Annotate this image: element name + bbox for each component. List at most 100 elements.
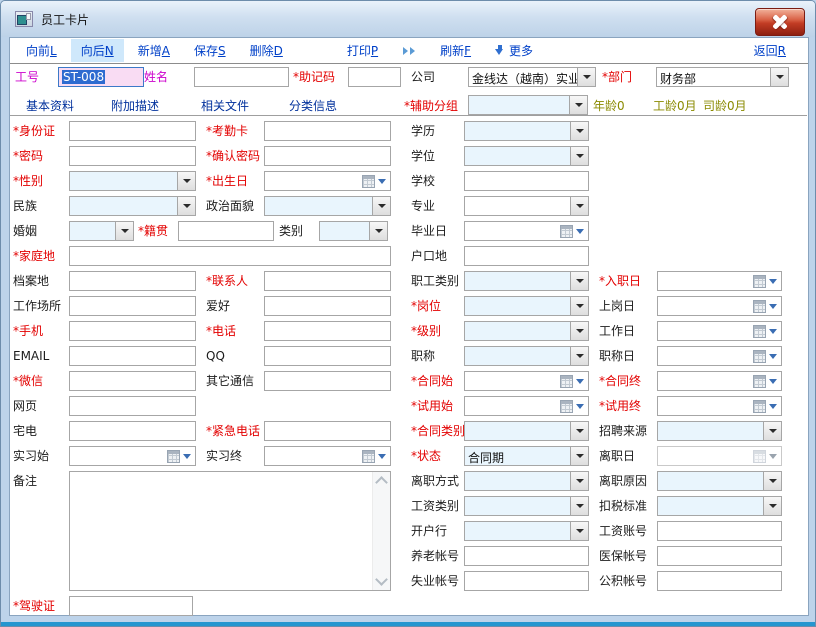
recruit-source-select[interactable] xyxy=(657,421,782,441)
unemployment-account-input[interactable] xyxy=(464,571,589,591)
contact-person-input[interactable] xyxy=(264,271,391,291)
work-date-date-picker[interactable] xyxy=(657,321,782,341)
political-status-dropdown-button[interactable] xyxy=(372,197,390,215)
degree-dropdown-button[interactable] xyxy=(570,147,588,165)
salary-category-select[interactable] xyxy=(464,496,589,516)
toolbar-delete-button[interactable]: 删除D xyxy=(240,39,293,62)
emergency-phone-input[interactable] xyxy=(264,421,391,441)
probation-end-date-picker[interactable] xyxy=(657,396,782,416)
probation-start-date-picker[interactable] xyxy=(464,396,589,416)
toolbar-add-button[interactable]: 新增A xyxy=(128,39,180,62)
scroll-up-icon[interactable] xyxy=(375,476,388,489)
email-input[interactable] xyxy=(69,346,196,366)
toolbar-save-button[interactable]: 保存S xyxy=(184,39,236,62)
internship-start-date-picker[interactable] xyxy=(69,446,196,466)
employee-category-select[interactable] xyxy=(464,271,589,291)
recruit-source-dropdown-button[interactable] xyxy=(763,422,781,440)
other-contact-input[interactable] xyxy=(264,371,391,391)
employee-category-dropdown-button[interactable] xyxy=(570,272,588,290)
company-select[interactable]: 金线达（越南）实业 xyxy=(468,67,596,87)
major-select[interactable] xyxy=(464,196,589,216)
position-dropdown-button[interactable] xyxy=(570,297,588,315)
marriage-dropdown-button[interactable] xyxy=(115,222,133,240)
salary-account-input[interactable] xyxy=(657,521,782,541)
mnemonic-input[interactable] xyxy=(348,67,401,87)
toolbar-print-button[interactable]: 打印P xyxy=(337,39,388,62)
toolbar-next-button[interactable]: 向后N xyxy=(71,39,124,62)
bank-select[interactable] xyxy=(464,521,589,541)
ethnicity-dropdown-button[interactable] xyxy=(177,197,195,215)
contract-end-date-picker[interactable] xyxy=(657,371,782,391)
notes-textarea[interactable] xyxy=(69,471,391,591)
wechat-input[interactable] xyxy=(69,371,196,391)
tax-standard-dropdown-button[interactable] xyxy=(763,497,781,515)
id-card-input[interactable] xyxy=(69,121,196,141)
home-phone-input[interactable] xyxy=(69,421,196,441)
contract-type-select[interactable] xyxy=(464,421,589,441)
archive-address-input[interactable] xyxy=(69,271,196,291)
dept-select[interactable]: 财务部 xyxy=(656,67,789,87)
scroll-down-icon[interactable] xyxy=(375,573,388,586)
gender-select[interactable] xyxy=(69,171,196,191)
emp-no-input[interactable]: ST-008 xyxy=(58,67,144,87)
tab-2[interactable]: 相关文件 xyxy=(201,96,249,116)
aux-group-dropdown-button[interactable] xyxy=(569,96,587,114)
resign-method-dropdown-button[interactable] xyxy=(570,472,588,490)
drivers-license-input[interactable] xyxy=(69,596,193,616)
contract-type-dropdown-button[interactable] xyxy=(570,422,588,440)
contract-start-date-picker[interactable] xyxy=(464,371,589,391)
job-title-select[interactable] xyxy=(464,346,589,366)
medical-account-input[interactable] xyxy=(657,546,782,566)
level-select[interactable] xyxy=(464,321,589,341)
toolbar-prev-button[interactable]: 向前L xyxy=(16,39,67,62)
mobile-input[interactable] xyxy=(69,321,196,341)
gender-dropdown-button[interactable] xyxy=(177,172,195,190)
qq-input[interactable] xyxy=(264,346,391,366)
resign-reason-select[interactable] xyxy=(657,471,782,491)
onboard-date-date-picker[interactable] xyxy=(657,296,782,316)
password-input[interactable] xyxy=(69,146,196,166)
level-dropdown-button[interactable] xyxy=(570,322,588,340)
phone-input[interactable] xyxy=(264,321,391,341)
internship-end-date-picker[interactable] xyxy=(264,446,391,466)
dept-dropdown-button[interactable] xyxy=(770,68,788,86)
pension-account-input[interactable] xyxy=(464,546,589,566)
salary-category-dropdown-button[interactable] xyxy=(570,497,588,515)
position-select[interactable] xyxy=(464,296,589,316)
graduation-date-date-picker[interactable] xyxy=(464,221,589,241)
confirm-password-input[interactable] xyxy=(264,146,391,166)
title-date-date-picker[interactable] xyxy=(657,346,782,366)
status-dropdown-button[interactable] xyxy=(570,447,588,465)
education-dropdown-button[interactable] xyxy=(570,122,588,140)
attendance-card-input[interactable] xyxy=(264,121,391,141)
toolbar-expand-button[interactable] xyxy=(392,41,426,61)
bank-dropdown-button[interactable] xyxy=(570,522,588,540)
resign-method-select[interactable] xyxy=(464,471,589,491)
close-button[interactable] xyxy=(755,8,805,36)
birth-date-date-picker[interactable] xyxy=(264,171,391,191)
toolbar-refresh-button[interactable]: 刷新F xyxy=(430,39,481,62)
major-dropdown-button[interactable] xyxy=(570,197,588,215)
aux-group-select[interactable] xyxy=(468,95,588,115)
tab-3[interactable]: 分类信息 xyxy=(289,96,337,116)
tab-1[interactable]: 附加描述 xyxy=(111,96,159,116)
hobby-input[interactable] xyxy=(264,296,391,316)
job-title-dropdown-button[interactable] xyxy=(570,347,588,365)
native-place-input[interactable] xyxy=(178,221,274,241)
workplace-input[interactable] xyxy=(69,296,196,316)
name-input[interactable] xyxy=(194,67,289,87)
notes-scrollbar[interactable] xyxy=(372,472,390,590)
marriage-select[interactable] xyxy=(69,221,134,241)
education-select[interactable] xyxy=(464,121,589,141)
status-select[interactable]: 合同期 xyxy=(464,446,589,466)
political-status-select[interactable] xyxy=(264,196,391,216)
resign-reason-dropdown-button[interactable] xyxy=(763,472,781,490)
tab-0[interactable]: 基本资料 xyxy=(26,96,74,116)
tax-standard-select[interactable] xyxy=(657,496,782,516)
hire-date-date-picker[interactable] xyxy=(657,271,782,291)
household-address-input[interactable] xyxy=(464,246,589,266)
company-dropdown-button[interactable] xyxy=(577,68,595,86)
category-select[interactable] xyxy=(319,221,388,241)
category-dropdown-button[interactable] xyxy=(369,222,387,240)
housing-fund-account-input[interactable] xyxy=(657,571,782,591)
